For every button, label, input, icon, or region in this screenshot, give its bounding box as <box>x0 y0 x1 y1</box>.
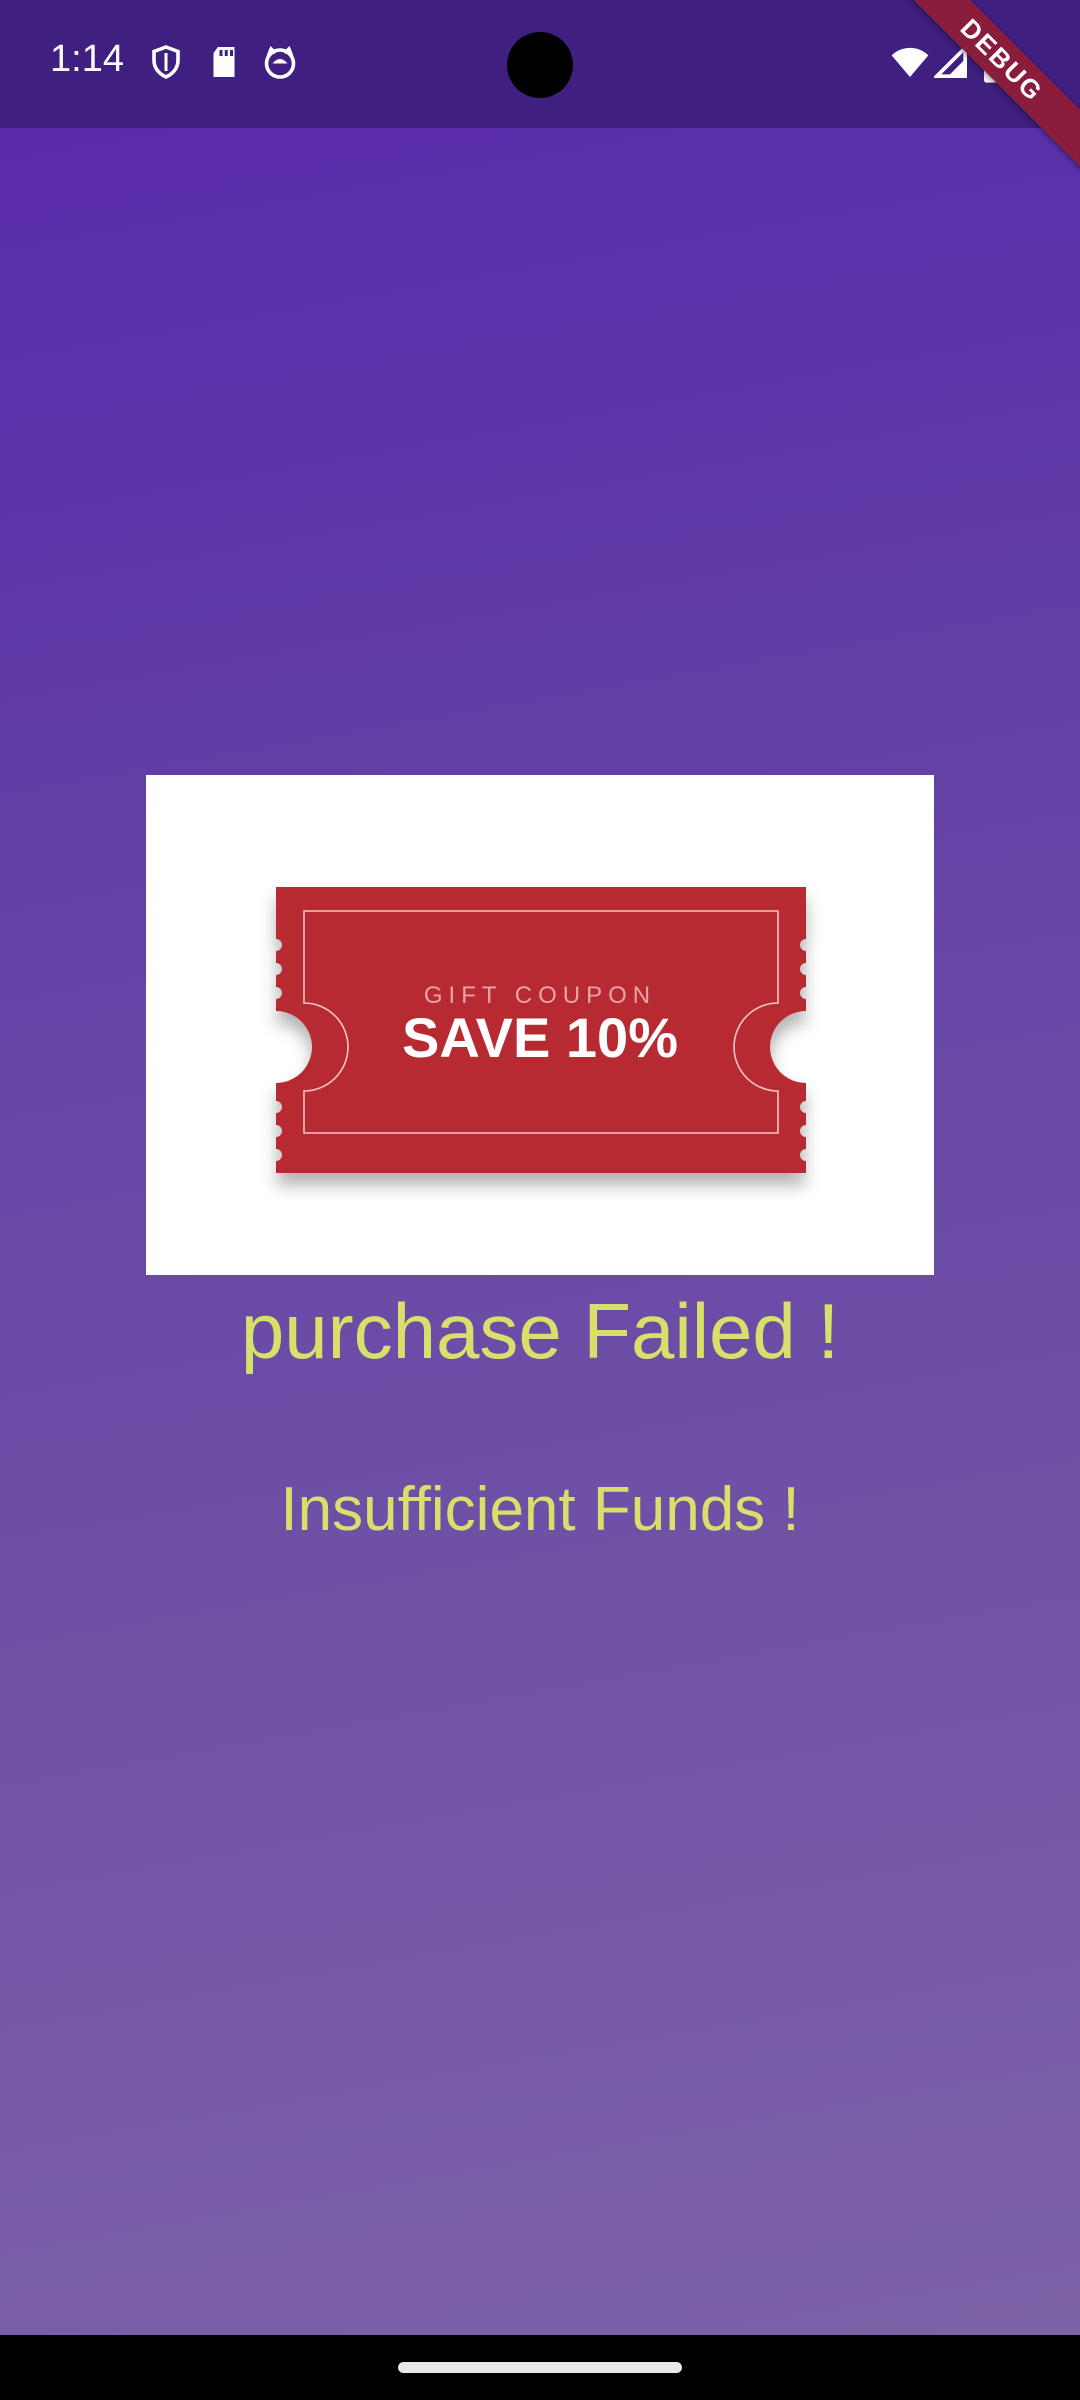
navigation-bar <box>0 2335 1080 2400</box>
app-screen: 1:14 DEBUG GIFT COUPON SAVE 10% purchase… <box>0 0 1080 2335</box>
wifi-icon <box>891 47 929 77</box>
coupon-small-text: GIFT COUPON <box>424 982 656 1009</box>
home-gesture-handle[interactable] <box>398 2362 682 2373</box>
purchase-status-title: purchase Failed ! <box>240 1287 840 1375</box>
debug-banner: DEBUG <box>888 0 1080 174</box>
coupon-big-text: SAVE 10% <box>402 1006 678 1069</box>
status-bar: 1:14 DEBUG <box>0 0 1080 174</box>
status-time: 1:14 <box>50 38 124 80</box>
sd-card-icon <box>213 47 235 77</box>
shield-icon <box>152 45 180 79</box>
gift-coupon-ticket: GIFT COUPON SAVE 10% <box>276 887 806 1173</box>
purchase-status-subtitle: Insufficient Funds ! <box>280 1475 800 1544</box>
front-camera <box>507 32 573 98</box>
cat-face-icon <box>264 45 296 79</box>
coupon-image: GIFT COUPON SAVE 10% <box>146 775 934 1275</box>
